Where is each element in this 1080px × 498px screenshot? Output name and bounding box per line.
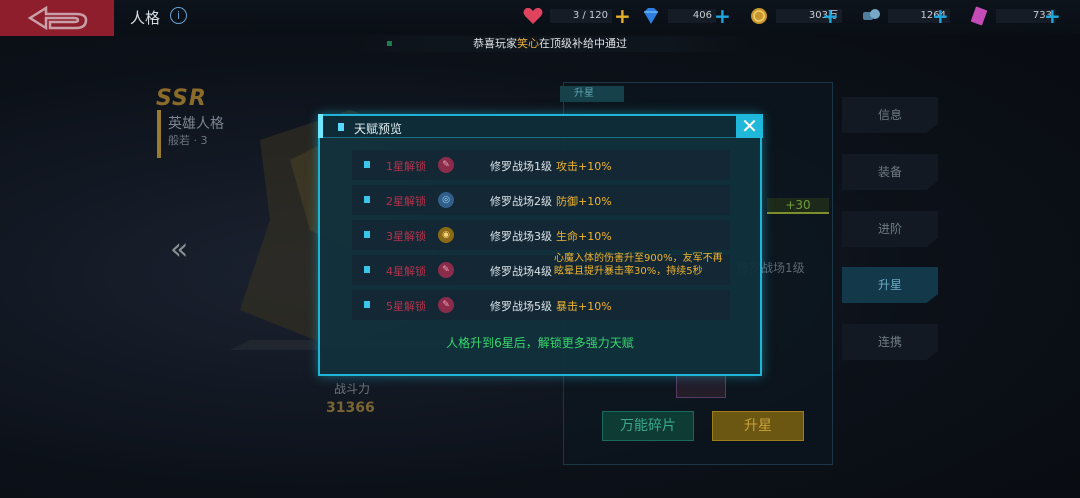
level-badge: +30 <box>767 198 829 214</box>
talent-effect: 防御+10% <box>556 195 612 208</box>
stamina-value: 3 / 120 <box>550 9 612 23</box>
talent-name: 修罗战场4级 <box>490 265 552 278</box>
talent-row: 1星解锁 ✎ 修罗战场1级 攻击+10% <box>352 150 730 180</box>
tab-equipment[interactable]: 装备 <box>842 154 938 190</box>
row-marker-icon <box>364 231 370 238</box>
page-title: 人格 <box>130 9 161 27</box>
talent-effect: 生命+10% <box>556 230 612 243</box>
talent-effect: 暴击+10% <box>556 300 612 313</box>
tab-info[interactable]: 信息 <box>842 97 938 133</box>
game-screen: 人格 i 3 / 120 + 406 + 303万 + 1264 + 733 + <box>0 0 1080 498</box>
add-diamond-button[interactable]: + <box>714 6 731 26</box>
unlock-requirement: 3星解锁 <box>386 230 426 243</box>
upgrade-panel-tab: 升星 <box>560 86 624 102</box>
row-marker-icon <box>364 161 370 168</box>
heart-icon <box>523 7 543 24</box>
dialog-footer-hint: 人格升到6星后，解锁更多强力天赋 <box>446 336 634 350</box>
back-arrow-icon <box>27 6 88 30</box>
talent-effect: 心魔入体的伤害升至900%，友军不再眩晕且提升暴击率30%，持续5秒 <box>554 253 723 277</box>
attack-talent-icon: ✎ <box>438 157 454 173</box>
unlock-requirement: 1星解锁 <box>386 160 426 173</box>
diamond-value: 406 <box>668 9 716 23</box>
marquee-suffix: 在顶级补给中通过 <box>539 37 627 50</box>
add-stamina-button[interactable]: + <box>614 6 631 26</box>
dialog-title: 天赋预览 <box>354 122 403 136</box>
close-icon[interactable]: ✕ <box>736 114 763 138</box>
talent-row: 2星解锁 ◎ 修罗战场2级 防御+10% <box>352 185 730 215</box>
talent-name: 修罗战场1级 <box>490 160 552 173</box>
gear-material-icon <box>863 9 880 20</box>
add-material-button[interactable]: + <box>932 6 949 26</box>
broadcast-marquee: 恭喜玩家笑心在顶级补给中通过 <box>350 36 750 52</box>
talent-name: 修罗战场2级 <box>490 195 552 208</box>
row-marker-icon <box>364 196 370 203</box>
coin-icon <box>751 8 767 24</box>
power-value: 31366 <box>326 400 375 416</box>
star-upgrade-button[interactable]: 升星 <box>712 411 804 441</box>
tab-link[interactable]: 连携 <box>842 324 938 360</box>
power-label: 战斗力 <box>334 382 371 396</box>
row-marker-icon <box>364 266 370 273</box>
hero-accent-bar <box>157 110 161 158</box>
skill-talent-icon: ✎ <box>438 262 454 278</box>
prev-hero-arrow-icon[interactable]: « <box>170 232 188 267</box>
marquee-prefix: 恭喜玩家 <box>473 37 517 50</box>
defense-talent-icon: ◎ <box>438 192 454 208</box>
talent-name: 修罗战场3级 <box>490 230 552 243</box>
top-bar: 人格 i 3 / 120 + 406 + 303万 + 1264 + 733 + <box>0 0 1080 36</box>
crit-talent-icon: ✎ <box>438 297 454 313</box>
add-coin-button[interactable]: + <box>822 6 839 26</box>
marquee-player-name: 笑心 <box>517 37 539 50</box>
talent-row: 3星解锁 ◉ 修罗战场3级 生命+10% <box>352 220 730 250</box>
unlock-requirement: 5星解锁 <box>386 300 426 313</box>
talent-row: 5星解锁 ✎ 修罗战场5级 暴击+10% <box>352 290 730 320</box>
dialog-header: 天赋预览 ✕ <box>318 114 763 138</box>
row-marker-icon <box>364 301 370 308</box>
add-ticket-button[interactable]: + <box>1044 6 1061 26</box>
universal-fragment-button[interactable]: 万能碎片 <box>602 411 694 441</box>
health-talent-icon: ◉ <box>438 227 454 243</box>
diamond-icon <box>644 8 658 24</box>
info-icon[interactable]: i <box>170 7 187 24</box>
tab-advance[interactable]: 进阶 <box>842 211 938 247</box>
tab-star-upgrade[interactable]: 升星 <box>842 267 938 303</box>
unlock-requirement: 2星解锁 <box>386 195 426 208</box>
talent-preview-dialog: 天赋预览 ✕ 1星解锁 ✎ 修罗战场1级 攻击+10% 2星解锁 ◎ 修罗战场2… <box>318 114 763 376</box>
talent-name: 修罗战场5级 <box>490 300 552 313</box>
header-accent-bar <box>318 114 323 138</box>
unlock-requirement: 4星解锁 <box>386 265 426 278</box>
header-marker-icon <box>338 123 344 131</box>
back-button[interactable] <box>0 0 114 36</box>
talent-effect: 攻击+10% <box>556 160 612 173</box>
talent-row: 4星解锁 ✎ 修罗战场4级 心魔入体的伤害升至900%，友军不再眩晕且提升暴击率… <box>352 253 730 285</box>
ticket-icon <box>970 6 988 26</box>
item-slot-icon[interactable] <box>676 374 726 398</box>
